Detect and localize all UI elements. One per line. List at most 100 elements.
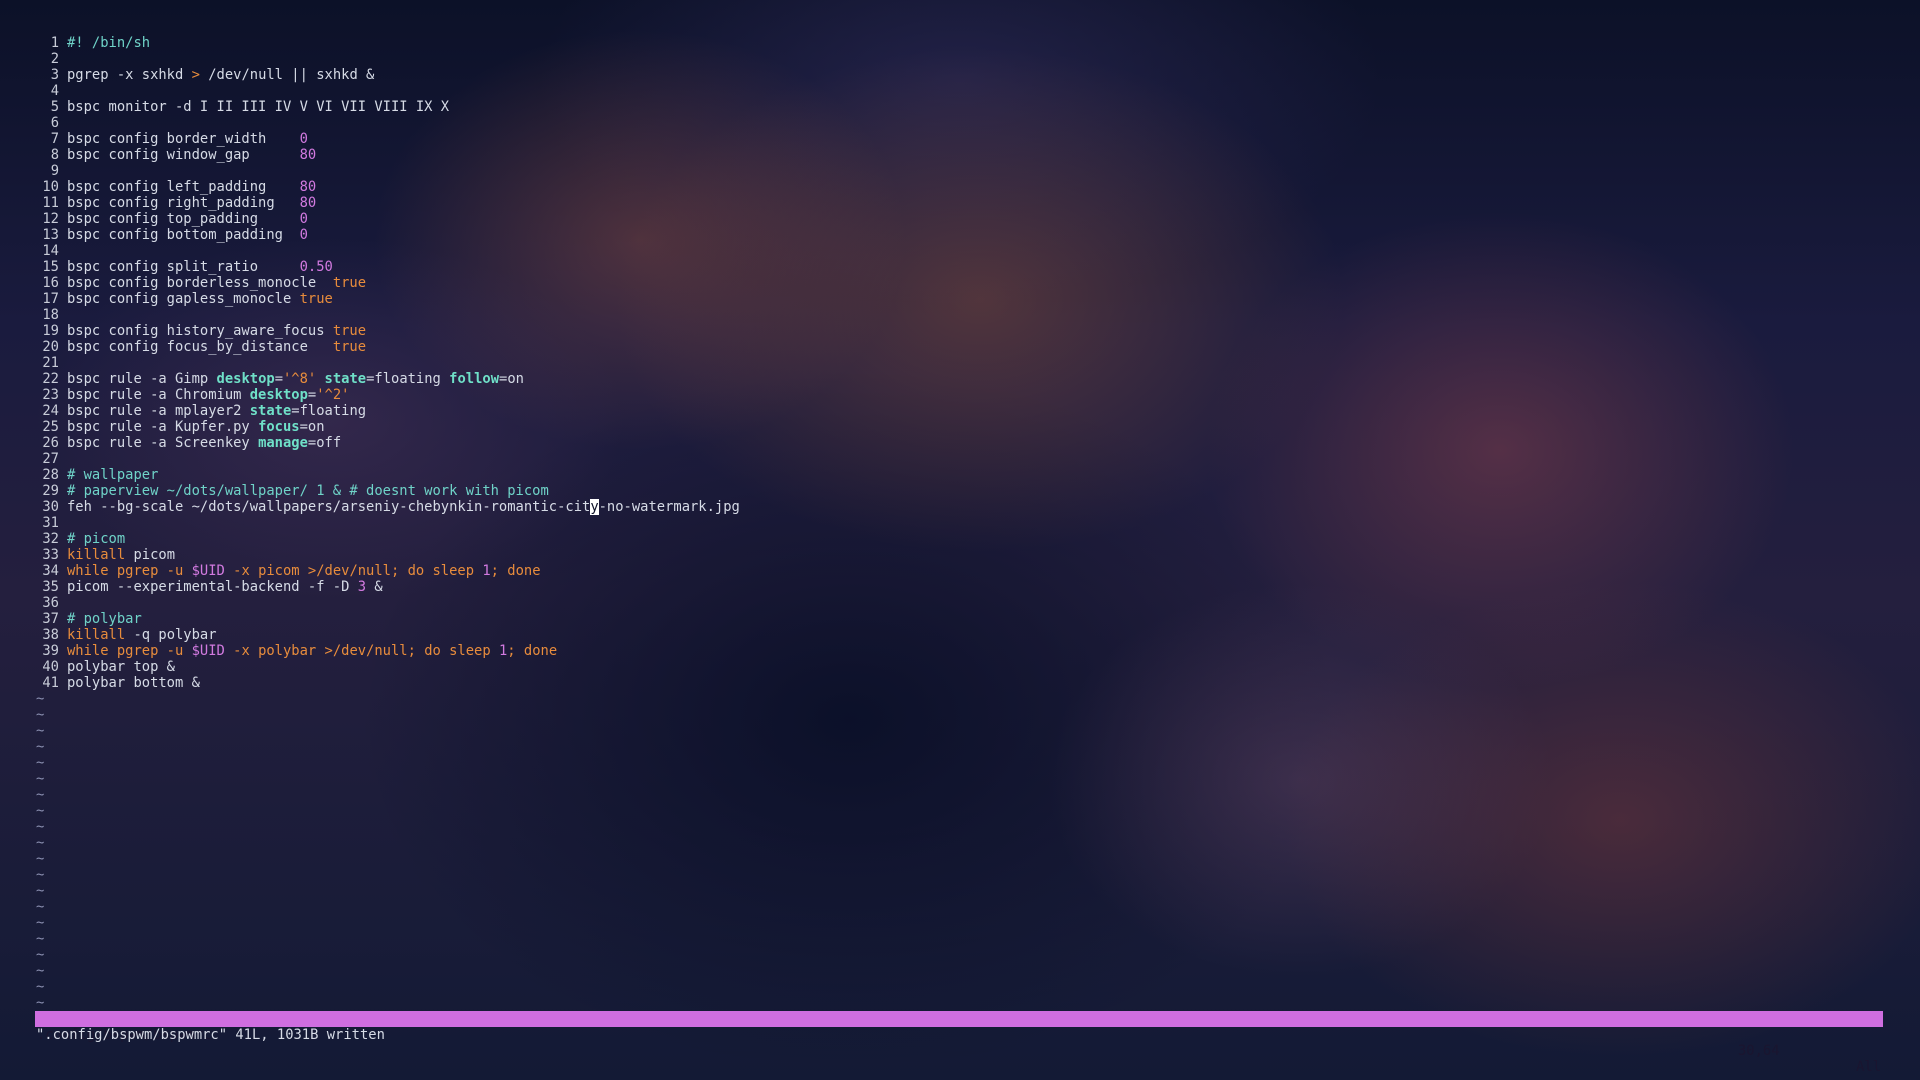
line-number: 24 — [42, 403, 59, 419]
empty-line-marker: ~ — [36, 691, 45, 707]
code-line[interactable]: 4 — [0, 83, 1920, 99]
line-text: bspc config border_width 0 — [67, 131, 308, 147]
code-token: #! /bin/sh — [67, 35, 151, 51]
code-line[interactable]: 9 — [0, 163, 1920, 179]
code-token: = — [274, 371, 283, 387]
empty-line-marker: ~ — [36, 883, 45, 899]
code-line[interactable]: 30 feh --bg-scale ~/dots/wallpapers/arsen… — [0, 499, 1920, 515]
command-line[interactable]: ".config/bspwm/bspwmrc" 41L, 1031B writt… — [36, 1027, 385, 1043]
line-number: 38 — [42, 627, 59, 643]
code-line[interactable]: 12 bspc config top_padding 0 — [0, 211, 1920, 227]
code-line[interactable]: 36 — [0, 595, 1920, 611]
code-token: picom — [125, 547, 175, 563]
code-line[interactable]: 7 bspc config border_width 0 — [0, 131, 1920, 147]
code-token: killall — [67, 547, 126, 563]
empty-line: ~ — [0, 851, 1920, 867]
code-token: bspc rule -a Kupfer.py — [67, 419, 259, 435]
code-line[interactable]: 32 # picom — [0, 531, 1920, 547]
code-token: -q polybar — [125, 627, 217, 643]
code-line[interactable]: 22 bspc rule -a Gimp desktop='^8' state=f… — [0, 371, 1920, 387]
code-line[interactable]: 20 bspc config focus_by_distance true — [0, 339, 1920, 355]
code-token: & — [366, 579, 383, 595]
empty-line: ~ — [0, 707, 1920, 723]
code-line[interactable]: 8 bspc config window_gap 80 — [0, 147, 1920, 163]
line-number: 23 — [42, 387, 59, 403]
line-number: 29 — [42, 483, 59, 499]
code-line[interactable]: 17 bspc config gapless_monocle true — [0, 291, 1920, 307]
empty-line: ~ — [0, 803, 1920, 819]
vim-buffer[interactable]: 1 #! /bin/sh 2 3 pgrep -x sxhkd > /dev/null … — [0, 35, 1920, 1011]
empty-line: ~ — [0, 739, 1920, 755]
empty-line-marker: ~ — [36, 995, 45, 1011]
code-token: $UID — [191, 563, 225, 579]
code-line[interactable]: 21 — [0, 355, 1920, 371]
line-number: 15 — [42, 259, 59, 275]
line-text: bspc config split_ratio 0.50 — [67, 259, 333, 275]
line-number: 20 — [42, 339, 59, 355]
code-line[interactable]: 6 — [0, 115, 1920, 131]
code-token: bspc config left_padding — [67, 179, 300, 195]
line-text: bspc rule -a mplayer2 state=floating — [67, 403, 366, 419]
code-line[interactable]: 16 bspc config borderless_monocle true — [0, 275, 1920, 291]
code-line[interactable]: 26 bspc rule -a Screenkey manage=off — [0, 435, 1920, 451]
code-line[interactable]: 39 while pgrep -u $UID -x polybar >/dev/n… — [0, 643, 1920, 659]
code-token: =floating — [291, 403, 367, 419]
empty-line-marker: ~ — [36, 819, 45, 835]
code-token: pgrep -x sxhkd — [67, 67, 192, 83]
code-line[interactable]: 28 # wallpaper — [0, 467, 1920, 483]
code-line[interactable]: 13 bspc config bottom_padding 0 — [0, 227, 1920, 243]
line-number: 41 — [42, 675, 59, 691]
code-line[interactable]: 27 — [0, 451, 1920, 467]
code-line[interactable]: 15 bspc config split_ratio 0.50 — [0, 259, 1920, 275]
line-number: 33 — [42, 547, 59, 563]
code-line[interactable]: 1 #! /bin/sh — [0, 35, 1920, 51]
empty-line-marker: ~ — [36, 787, 45, 803]
code-line[interactable]: 40 polybar top & — [0, 659, 1920, 675]
line-text: bspc rule -a Chromium desktop='^2' — [67, 387, 349, 403]
code-line[interactable]: 14 — [0, 243, 1920, 259]
empty-line: ~ — [0, 723, 1920, 739]
line-text: bspc config right_padding 80 — [67, 195, 316, 211]
code-token: bspc config top_padding — [67, 211, 300, 227]
empty-line: ~ — [0, 835, 1920, 851]
empty-line-marker: ~ — [36, 723, 45, 739]
empty-line: ~ — [0, 883, 1920, 899]
line-text: bspc monitor -d I II III IV V VI VII VII… — [67, 99, 449, 115]
empty-line-marker: ~ — [36, 915, 45, 931]
line-number: 4 — [50, 83, 59, 99]
code-line[interactable]: 35 picom --experimental-backend -f -D 3 & — [0, 579, 1920, 595]
code-token: =on — [299, 419, 325, 435]
code-token: true — [299, 291, 333, 307]
line-text: bspc config borderless_monocle true — [67, 275, 366, 291]
code-line[interactable]: 24 bspc rule -a mplayer2 state=floating — [0, 403, 1920, 419]
code-line[interactable]: 37 # polybar — [0, 611, 1920, 627]
code-token: # polybar — [67, 611, 142, 627]
code-line[interactable]: 38 killall -q polybar — [0, 627, 1920, 643]
line-number: 34 — [42, 563, 59, 579]
code-line[interactable]: 11 bspc config right_padding 80 — [0, 195, 1920, 211]
line-text: bspc config history_aware_focus true — [67, 323, 366, 339]
code-token: # paperview ~/dots/wallpaper/ 1 & # does… — [67, 483, 549, 499]
code-line[interactable]: 5 bspc monitor -d I II III IV V VI VII VI… — [0, 99, 1920, 115]
code-token: follow — [449, 371, 500, 387]
line-number: 25 — [42, 419, 59, 435]
empty-line: ~ — [0, 691, 1920, 707]
code-line[interactable]: 33 killall picom — [0, 547, 1920, 563]
code-token: desktop — [216, 371, 275, 387]
line-text: # paperview ~/dots/wallpaper/ 1 & # does… — [67, 483, 549, 499]
code-line[interactable]: 41 polybar bottom & — [0, 675, 1920, 691]
code-line[interactable]: 34 while pgrep -u $UID -x picom >/dev/nul… — [0, 563, 1920, 579]
line-text: bspc config window_gap 80 — [67, 147, 316, 163]
code-token: =off — [307, 435, 342, 451]
code-line[interactable]: 18 — [0, 307, 1920, 323]
code-line[interactable]: 3 pgrep -x sxhkd > /dev/null || sxhkd & — [0, 67, 1920, 83]
code-line[interactable]: 25 bspc rule -a Kupfer.py focus=on — [0, 419, 1920, 435]
code-line[interactable]: 29 # paperview ~/dots/wallpaper/ 1 & # do… — [0, 483, 1920, 499]
code-line[interactable]: 2 — [0, 51, 1920, 67]
code-line[interactable]: 19 bspc config history_aware_focus true — [0, 323, 1920, 339]
code-line[interactable]: 23 bspc rule -a Chromium desktop='^2' — [0, 387, 1920, 403]
line-text: bspc rule -a Kupfer.py focus=on — [67, 419, 325, 435]
code-line[interactable]: 10 bspc config left_padding 80 — [0, 179, 1920, 195]
code-line[interactable]: 31 — [0, 515, 1920, 531]
